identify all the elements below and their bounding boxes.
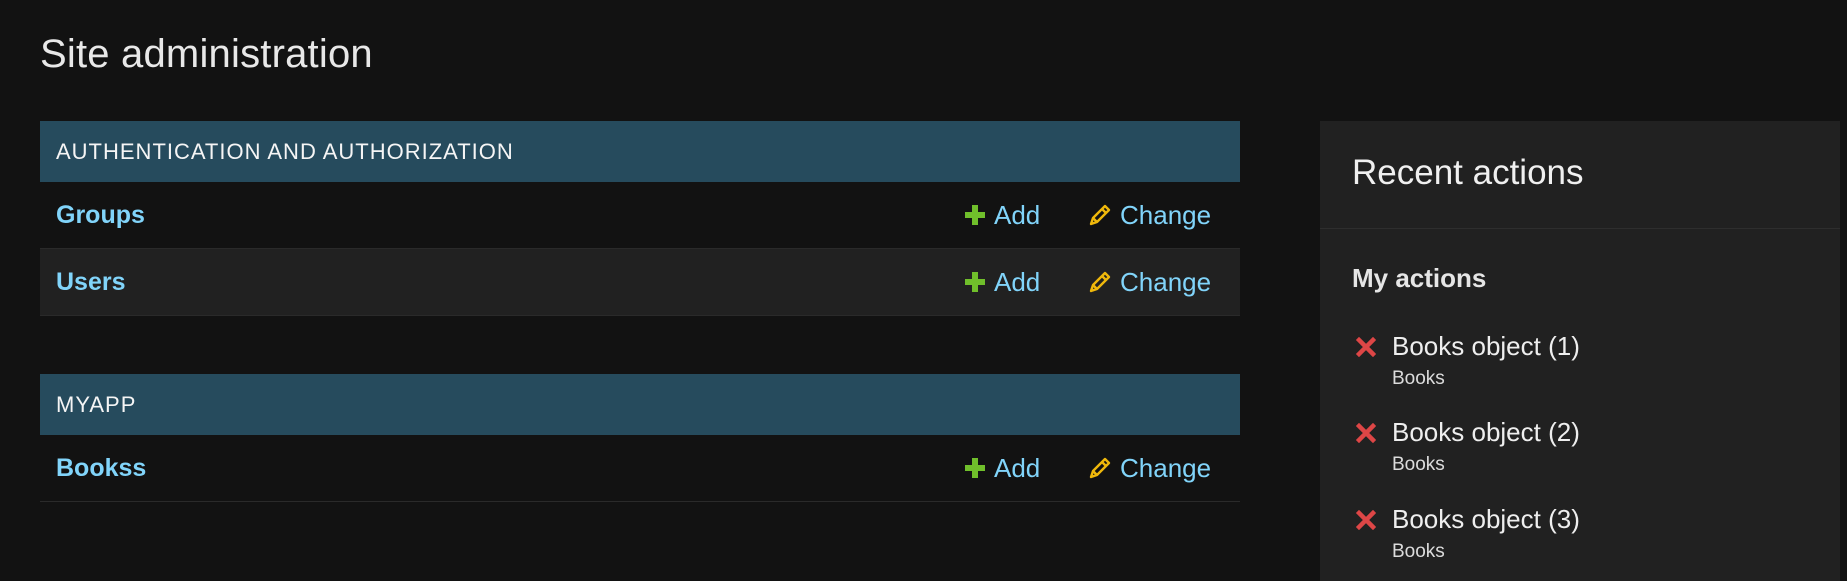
change-bookss-button[interactable]: Change	[1088, 453, 1211, 484]
add-label: Add	[994, 199, 1041, 230]
page-title: Site administration	[40, 32, 373, 76]
add-label: Add	[994, 452, 1041, 483]
delete-icon	[1356, 337, 1376, 357]
recent-action-link[interactable]: Books object (1)	[1392, 331, 1580, 362]
pencil-icon	[1089, 271, 1111, 293]
recent-actions-panel: Recent actions My actions Books object (…	[1320, 121, 1840, 581]
add-groups-button[interactable]: Add	[964, 200, 1040, 231]
my-actions-title: My actions	[1352, 263, 1487, 293]
change-label: Change	[1120, 266, 1212, 297]
recent-action-link[interactable]: Books object (2)	[1392, 417, 1580, 448]
recent-action-type: Books	[1392, 541, 1445, 562]
recent-action-type: Books	[1392, 368, 1445, 389]
recent-actions-title: Recent actions	[1352, 153, 1584, 192]
admin-page: Site administration AUTHENTICATION AND A…	[0, 0, 1847, 581]
add-users-button[interactable]: Add	[964, 267, 1040, 298]
model-link-bookss[interactable]: Bookss	[56, 454, 146, 483]
recent-action-link[interactable]: Books object (3)	[1392, 504, 1580, 535]
change-groups-button[interactable]: Change	[1088, 200, 1211, 231]
plus-icon	[965, 458, 985, 478]
module-caption[interactable]: AUTHENTICATION AND AUTHORIZATION	[40, 121, 1240, 182]
pencil-icon	[1089, 457, 1111, 479]
recent-action-item: Books object (3) Books	[1356, 504, 1816, 564]
add-label: Add	[994, 266, 1041, 297]
app-module-myapp: MYAPP Bookss Add Change	[40, 374, 1240, 502]
delete-icon	[1356, 423, 1376, 443]
recent-action-type: Books	[1392, 454, 1445, 475]
plus-icon	[965, 272, 985, 292]
add-bookss-button[interactable]: Add	[964, 453, 1040, 484]
module-caption[interactable]: MYAPP	[40, 374, 1240, 435]
model-link-groups[interactable]: Groups	[56, 201, 145, 230]
delete-icon	[1356, 510, 1376, 530]
model-link-users[interactable]: Users	[56, 268, 126, 297]
plus-icon	[965, 205, 985, 225]
app-module-auth: AUTHENTICATION AND AUTHORIZATION Groups …	[40, 121, 1240, 316]
change-users-button[interactable]: Change	[1088, 267, 1211, 298]
model-row-users: Users Add Change	[40, 249, 1240, 316]
model-row-bookss: Bookss Add Change	[40, 435, 1240, 502]
model-row-groups: Groups Add Change	[40, 182, 1240, 249]
change-label: Change	[1120, 452, 1212, 483]
change-label: Change	[1120, 199, 1212, 230]
pencil-icon	[1089, 204, 1111, 226]
recent-action-item: Books object (1) Books	[1356, 331, 1816, 391]
divider	[1320, 228, 1840, 229]
recent-action-item: Books object (2) Books	[1356, 417, 1816, 477]
